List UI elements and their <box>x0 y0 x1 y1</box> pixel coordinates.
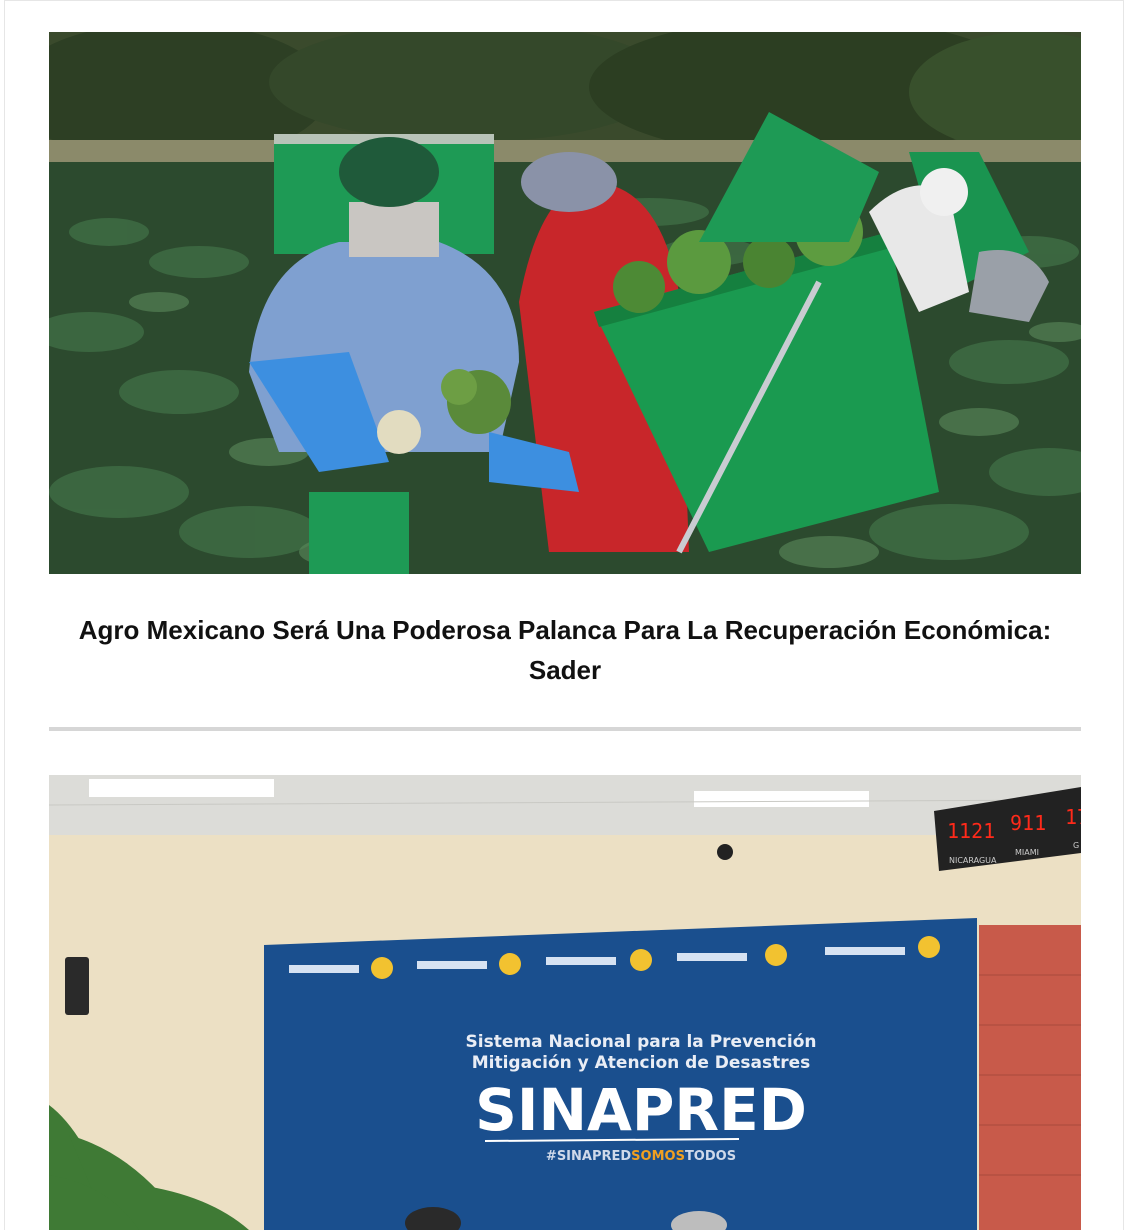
clock-nicaragua-label: NICARAGUA <box>949 856 997 865</box>
clock-third-label: G <box>1073 841 1079 850</box>
clock-miami-time: 911 <box>1010 811 1046 835</box>
clock-miami-label: MIAMI <box>1015 848 1039 857</box>
article-card[interactable]: Sistema Nacional para la Prevención Miti… <box>49 775 1081 1230</box>
article-headline[interactable]: Agro Mexicano Será Una Poderosa Palanca … <box>49 610 1081 690</box>
banner-line2: Mitigación y Atencion de Desastres <box>472 1053 811 1073</box>
article-image[interactable] <box>49 32 1081 574</box>
banner-brand: SINAPRED <box>475 1076 807 1144</box>
clock-third-time: 17 <box>1065 805 1081 829</box>
article-image[interactable]: Sistema Nacional para la Prevención Miti… <box>49 775 1081 1230</box>
banner-line1: Sistema Nacional para la Prevención <box>466 1032 817 1052</box>
article-divider <box>49 727 1081 731</box>
article-card[interactable]: Agro Mexicano Será Una Poderosa Palanca … <box>49 32 1081 685</box>
sinapred-press-room-photo: Sistema Nacional para la Prevención Miti… <box>49 775 1081 1230</box>
clock-nicaragua-time: 1121 <box>947 819 995 843</box>
broccoli-harvest-photo <box>49 32 1081 574</box>
banner-hashtag: #SINAPREDSOMOSTODOS <box>546 1149 736 1164</box>
